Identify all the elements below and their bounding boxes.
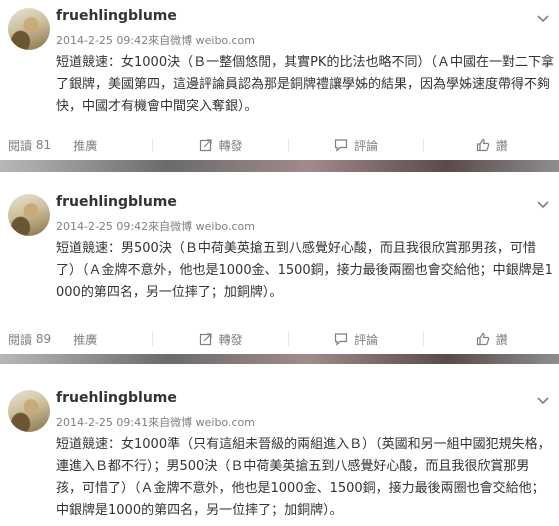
chevron-down-icon[interactable]: [535, 392, 551, 408]
read-number: 89: [35, 332, 52, 346]
action-bar: 閱讀 81 推廣 轉發 評論 讚: [0, 130, 559, 160]
comment-button[interactable]: 評論: [289, 324, 424, 354]
read-number: 81: [35, 138, 52, 152]
timestamp[interactable]: 2014-2-25 09:42: [56, 34, 148, 47]
weibo-post: fruehlingblume 2014-2-25 09:42來自微博 weibo…: [0, 0, 559, 160]
comment-button[interactable]: 評論: [289, 130, 424, 160]
like-label: 讚: [495, 332, 508, 347]
repost-label: 轉發: [218, 332, 243, 347]
repost-button[interactable]: 轉發: [153, 130, 288, 160]
comment-icon: [335, 139, 348, 152]
repost-button[interactable]: 轉發: [153, 324, 288, 354]
post-meta: 2014-2-25 09:41來自微博 weibo.com: [56, 414, 255, 430]
username[interactable]: fruehlingblume: [56, 390, 177, 406]
action-bar: 閱讀 89 推廣 轉發 評論 讚: [0, 324, 559, 354]
chevron-down-icon[interactable]: [535, 10, 551, 26]
promote-label: 推廣: [73, 138, 98, 153]
like-icon: [476, 332, 489, 346]
promote-button[interactable]: 推廣: [73, 130, 152, 160]
avatar[interactable]: [8, 8, 50, 50]
post-text: 短道競速：女1000準（只有這組未晉級的兩組進入Ｂ）（英國和另一組中國犯規失格，…: [56, 437, 551, 518]
timestamp[interactable]: 2014-2-25 09:41: [56, 416, 148, 429]
source[interactable]: 來自微博 weibo.com: [148, 34, 255, 47]
weibo-post: fruehlingblume 2014-2-25 09:42來自微博 weibo…: [0, 186, 559, 347]
like-button[interactable]: 讚: [424, 130, 559, 160]
username[interactable]: fruehlingblume: [56, 8, 177, 24]
read-label: 閱讀: [8, 138, 33, 153]
like-icon: [476, 138, 489, 152]
comment-label: 評論: [354, 138, 379, 153]
comment-label: 評論: [354, 332, 379, 347]
chevron-down-icon[interactable]: [535, 196, 551, 212]
source[interactable]: 來自微博 weibo.com: [148, 416, 255, 429]
read-count: 閱讀 81: [0, 130, 73, 160]
avatar[interactable]: [8, 194, 50, 236]
like-label: 讚: [495, 138, 508, 153]
post-meta: 2014-2-25 09:42來自微博 weibo.com: [56, 218, 255, 234]
timestamp[interactable]: 2014-2-25 09:42: [56, 220, 148, 233]
read-count: 閱讀 89: [0, 324, 73, 354]
read-label: 閱讀: [8, 332, 33, 347]
post-meta: 2014-2-25 09:42來自微博 weibo.com: [56, 32, 255, 48]
username[interactable]: fruehlingblume: [56, 194, 177, 210]
photo-strip-divider: [0, 354, 559, 364]
comment-icon: [335, 333, 348, 346]
repost-icon: [199, 139, 212, 152]
photo-strip-divider: [0, 160, 559, 172]
promote-label: 推廣: [73, 332, 98, 347]
post-text: 短道競速：男500決（Ｂ中荷美英搶五到八感覺好心酸，而且我很欣賞那男孩，可惜了）…: [56, 241, 553, 300]
promote-button[interactable]: 推廣: [73, 324, 152, 354]
like-button[interactable]: 讚: [424, 324, 559, 354]
avatar[interactable]: [8, 390, 50, 432]
weibo-post: fruehlingblume 2014-2-25 09:41來自微博 weibo…: [0, 382, 559, 526]
post-text: 短道競速：女1000決（Ｂ一整個悠閒，其實PK的比法也略不同）（Ａ中國在一對二下…: [56, 55, 554, 114]
source[interactable]: 來自微博 weibo.com: [148, 220, 255, 233]
repost-icon: [199, 333, 212, 346]
repost-label: 轉發: [218, 138, 243, 153]
